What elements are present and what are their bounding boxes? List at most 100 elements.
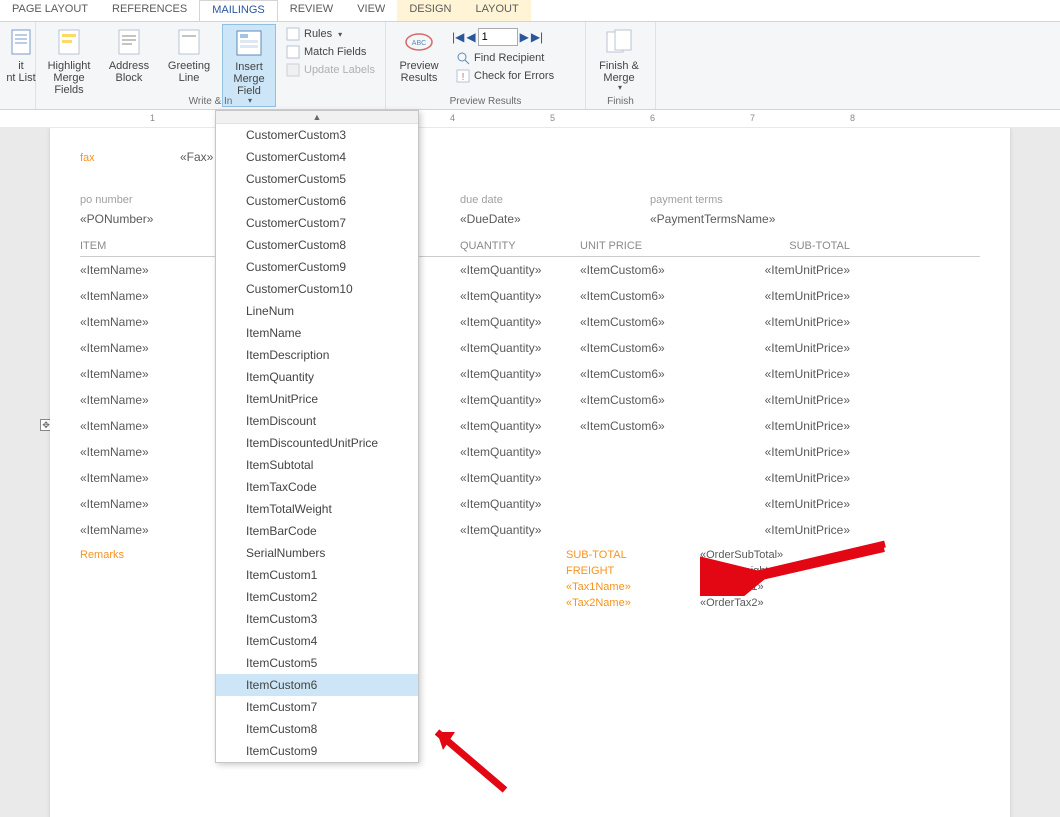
dropdown-item-itemcustom6[interactable]: ItemCustom6	[216, 674, 418, 696]
svg-text:ABC: ABC	[412, 40, 426, 47]
item-quantity-field: «ItemQuantity»	[460, 263, 541, 277]
item-quantity-field: «ItemQuantity»	[460, 367, 541, 381]
update-labels-button: Update Labels	[282, 62, 379, 78]
rules-button[interactable]: Rules▾	[282, 26, 379, 42]
dropdown-item-itemtotalweight[interactable]: ItemTotalWeight	[216, 498, 418, 520]
item-name-field: «ItemName»	[80, 393, 149, 407]
dropdown-item-customercustom5[interactable]: CustomerCustom5	[216, 168, 418, 190]
item-quantity-field: «ItemQuantity»	[460, 497, 541, 511]
highlight-merge-fields-button[interactable]: HighlightMerge Fields	[42, 24, 96, 96]
tab-mailings[interactable]: MAILINGS	[199, 0, 278, 21]
address-icon	[113, 26, 145, 58]
item-custom6-field: «ItemCustom6»	[580, 341, 665, 355]
item-unit-price-field: «ItemUnitPrice»	[765, 445, 850, 459]
dropdown-item-customercustom8[interactable]: CustomerCustom8	[216, 234, 418, 256]
dropdown-item-itemquantity[interactable]: ItemQuantity	[216, 366, 418, 388]
dropdown-item-itemcustom2[interactable]: ItemCustom2	[216, 586, 418, 608]
preview-results-button[interactable]: ABC PreviewResults	[392, 24, 446, 84]
dropdown-item-itemcustom5[interactable]: ItemCustom5	[216, 652, 418, 674]
document-page[interactable]: fax «Fax» po number «PONumber» due date …	[50, 128, 1010, 817]
total-label: FREIGHT	[566, 565, 700, 577]
dropdown-item-itemtaxcode[interactable]: ItemTaxCode	[216, 476, 418, 498]
dropdown-item-serialnumbers[interactable]: SerialNumbers	[216, 542, 418, 564]
ribbon: itnt List HighlightMerge Fields AddressB…	[0, 22, 1060, 110]
tab-page-layout[interactable]: PAGE LAYOUT	[0, 0, 100, 21]
header-quantity: QUANTITY	[460, 240, 580, 252]
item-name-field: «ItemName»	[80, 289, 149, 303]
item-unit-price-field: «ItemUnitPrice»	[765, 523, 850, 537]
insert-merge-field-button[interactable]: Insert MergeField▾	[222, 24, 276, 107]
update-icon	[286, 63, 300, 77]
group-preview-label: Preview Results	[386, 96, 585, 107]
item-quantity-field: «ItemQuantity»	[460, 315, 541, 329]
tab-layout[interactable]: LAYOUT	[464, 0, 531, 21]
dropdown-item-itemcustom8[interactable]: ItemCustom8	[216, 718, 418, 740]
dropdown-item-itembarcode[interactable]: ItemBarCode	[216, 520, 418, 542]
rules-icon	[286, 27, 300, 41]
item-name-field: «ItemName»	[80, 497, 149, 511]
finish-merge-button[interactable]: Finish &Merge▾	[592, 24, 646, 93]
check-icon: !	[456, 69, 470, 83]
chevron-down-icon: ▾	[338, 30, 342, 39]
dropdown-item-customercustom6[interactable]: CustomerCustom6	[216, 190, 418, 212]
dropdown-item-itemdescription[interactable]: ItemDescription	[216, 344, 418, 366]
match-fields-button[interactable]: Match Fields	[282, 44, 379, 60]
item-quantity-field: «ItemQuantity»	[460, 523, 541, 537]
highlight-icon	[53, 26, 85, 58]
item-quantity-field: «ItemQuantity»	[460, 445, 541, 459]
tab-design[interactable]: DESIGN	[397, 0, 463, 21]
payment-terms-field: «PaymentTermsName»	[650, 212, 775, 226]
dropdown-item-itemcustom1[interactable]: ItemCustom1	[216, 564, 418, 586]
record-number-input[interactable]	[478, 28, 518, 46]
document-area: ✥ fax «Fax» po number «PONumber» due dat…	[0, 128, 1060, 817]
prev-record-button[interactable]: ◀	[466, 30, 475, 44]
tab-view[interactable]: VIEW	[345, 0, 397, 21]
dropdown-item-customercustom3[interactable]: CustomerCustom3	[216, 124, 418, 146]
dropdown-item-itemcustom9[interactable]: ItemCustom9	[216, 740, 418, 762]
item-custom6-field: «ItemCustom6»	[580, 289, 665, 303]
total-label: SUB-TOTAL	[566, 549, 700, 561]
item-unit-price-field: «ItemUnitPrice»	[765, 497, 850, 511]
address-block-button[interactable]: AddressBlock	[102, 24, 156, 84]
dropdown-item-itemdiscount[interactable]: ItemDiscount	[216, 410, 418, 432]
tab-references[interactable]: REFERENCES	[100, 0, 199, 21]
dropdown-item-itemcustom4[interactable]: ItemCustom4	[216, 630, 418, 652]
annotation-arrow-2	[425, 720, 515, 800]
last-record-button[interactable]: ▶|	[531, 30, 543, 44]
dropdown-item-itemunitprice[interactable]: ItemUnitPrice	[216, 388, 418, 410]
first-record-button[interactable]: |◀	[452, 30, 464, 44]
find-recipient-button[interactable]: Find Recipient	[452, 50, 558, 66]
match-icon	[286, 45, 300, 59]
dropdown-item-itemname[interactable]: ItemName	[216, 322, 418, 344]
due-date-label: due date	[460, 194, 503, 206]
dropdown-item-itemsubtotal[interactable]: ItemSubtotal	[216, 454, 418, 476]
due-date-field: «DueDate»	[460, 212, 521, 226]
dropdown-item-itemcustom7[interactable]: ItemCustom7	[216, 696, 418, 718]
greeting-line-button[interactable]: GreetingLine	[162, 24, 216, 84]
item-name-field: «ItemName»	[80, 523, 149, 537]
horizontal-ruler[interactable]: 1 2 3 4 5 6 7 8	[0, 110, 1060, 128]
po-number-label: po number	[80, 194, 133, 206]
greeting-icon	[173, 26, 205, 58]
list-icon	[5, 26, 37, 58]
check-errors-button[interactable]: !Check for Errors	[452, 68, 558, 84]
fax-field: «Fax»	[180, 150, 213, 164]
dropdown-item-itemdiscountedunitprice[interactable]: ItemDiscountedUnitPrice	[216, 432, 418, 454]
fax-label: fax	[80, 152, 95, 164]
item-quantity-field: «ItemQuantity»	[460, 393, 541, 407]
dropdown-item-customercustom9[interactable]: CustomerCustom9	[216, 256, 418, 278]
edit-recipient-list-button[interactable]: itnt List	[6, 24, 36, 84]
tab-review[interactable]: REVIEW	[278, 0, 345, 21]
item-unit-price-field: «ItemUnitPrice»	[765, 393, 850, 407]
dropdown-item-customercustom10[interactable]: CustomerCustom10	[216, 278, 418, 300]
item-custom6-field: «ItemCustom6»	[580, 263, 665, 277]
dropdown-item-customercustom7[interactable]: CustomerCustom7	[216, 212, 418, 234]
chevron-down-icon: ▾	[618, 84, 622, 93]
dropdown-item-itemcustom3[interactable]: ItemCustom3	[216, 608, 418, 630]
ribbon-tabs: PAGE LAYOUT REFERENCES MAILINGS REVIEW V…	[0, 0, 1060, 22]
remarks-label: Remarks	[80, 549, 124, 561]
dropdown-item-linenum[interactable]: LineNum	[216, 300, 418, 322]
next-record-button[interactable]: ▶	[520, 30, 529, 44]
dropdown-item-customercustom4[interactable]: CustomerCustom4	[216, 146, 418, 168]
dropdown-scroll-up[interactable]: ▲	[216, 111, 418, 124]
